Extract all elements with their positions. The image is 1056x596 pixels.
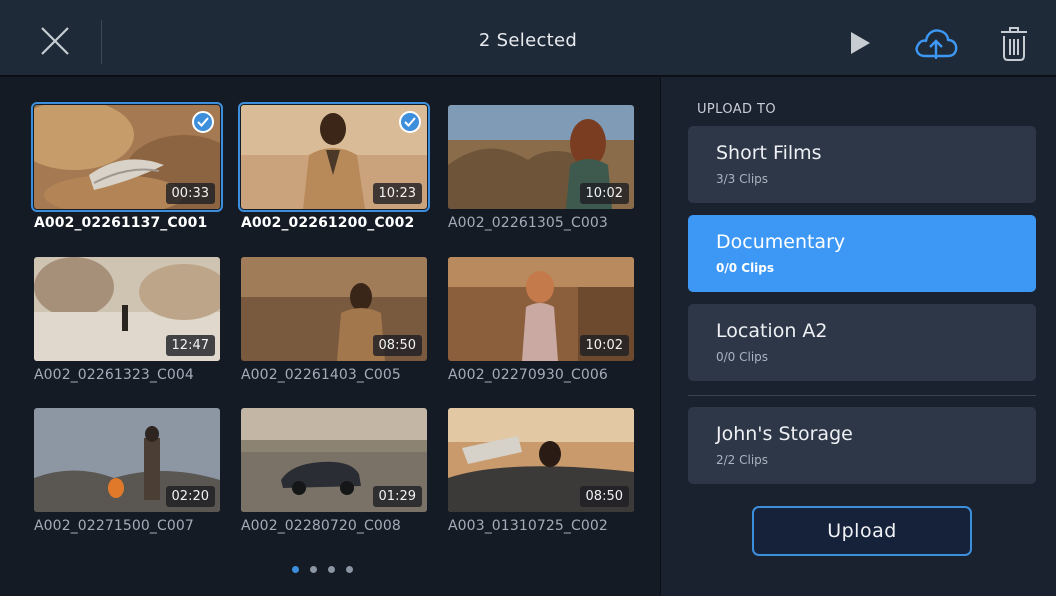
clip-duration: 10:02 bbox=[579, 335, 629, 356]
clip-thumbnail[interactable]: 08:50 bbox=[448, 408, 634, 512]
destination-clip-count: 0/0 Clips bbox=[716, 350, 769, 364]
play-icon bbox=[851, 32, 870, 54]
selected-check-badge bbox=[399, 111, 421, 133]
clip-grid-panel: 00:33 A002_02261137_C001 10:23 A002_0226… bbox=[0, 77, 660, 596]
clip-duration: 08:50 bbox=[372, 335, 422, 356]
clip-thumbnail[interactable]: 10:02 bbox=[448, 257, 634, 361]
destination-documentary[interactable]: Documentary 0/0 Clips bbox=[688, 215, 1036, 292]
clip-name: A002_02270930_C006 bbox=[448, 367, 608, 383]
clip-thumbnail[interactable]: 02:20 bbox=[34, 408, 220, 512]
clip-thumbnail[interactable]: 12:47 bbox=[34, 257, 220, 361]
clip-duration: 02:20 bbox=[165, 486, 215, 507]
clip-name: A002_02280720_C008 bbox=[241, 518, 401, 534]
clip-thumbnail[interactable]: 10:23 bbox=[238, 102, 430, 212]
destination-clip-count: 0/0 Clips bbox=[716, 261, 775, 275]
clip-tile[interactable]: 10:02 A002_02270930_C006 bbox=[448, 257, 634, 383]
clip-duration: 00:33 bbox=[165, 183, 215, 204]
destination-clip-count: 2/2 Clips bbox=[716, 453, 769, 467]
page-dot[interactable] bbox=[346, 566, 353, 573]
checkmark-icon bbox=[404, 117, 416, 127]
destination-name: Short Films bbox=[716, 142, 822, 164]
clip-tile[interactable]: 01:29 A002_02280720_C008 bbox=[241, 408, 427, 534]
destination-divider bbox=[688, 395, 1036, 396]
page-dot[interactable] bbox=[328, 566, 335, 573]
clip-thumbnail[interactable]: 08:50 bbox=[241, 257, 427, 361]
page-indicator bbox=[292, 566, 353, 573]
clip-name: A002_02261403_C005 bbox=[241, 367, 401, 383]
clip-name: A002_02261323_C004 bbox=[34, 367, 194, 383]
page-dot[interactable] bbox=[310, 566, 317, 573]
destination-location-a2[interactable]: Location A2 0/0 Clips bbox=[688, 304, 1036, 381]
checkmark-icon bbox=[197, 117, 209, 127]
clip-tile[interactable]: 08:50 A002_02261403_C005 bbox=[241, 257, 427, 383]
clip-thumbnail[interactable]: 00:33 bbox=[31, 102, 223, 212]
top-bar: 2 Selected bbox=[0, 0, 1056, 76]
clip-tile[interactable]: 02:20 A002_02271500_C007 bbox=[34, 408, 220, 534]
clip-duration: 10:23 bbox=[372, 183, 422, 204]
clip-tile[interactable]: 10:23 A002_02261200_C002 bbox=[238, 102, 430, 231]
cloud-upload-button[interactable] bbox=[913, 24, 959, 62]
cloud-upload-icon bbox=[915, 29, 958, 59]
upload-destination-panel: UPLOAD TO Short Films 3/3 Clips Document… bbox=[661, 77, 1056, 596]
clip-name: A002_02261200_C002 bbox=[241, 215, 415, 231]
clip-duration: 08:50 bbox=[579, 486, 629, 507]
clip-tile[interactable]: 12:47 A002_02261323_C004 bbox=[34, 257, 220, 383]
destination-johns-storage[interactable]: John's Storage 2/2 Clips bbox=[688, 407, 1036, 484]
destination-clip-count: 3/3 Clips bbox=[716, 172, 769, 186]
selection-count-title: 2 Selected bbox=[478, 30, 578, 51]
clip-tile[interactable]: 08:50 A003_01310725_C002 bbox=[448, 408, 634, 534]
upload-to-heading: UPLOAD TO bbox=[697, 102, 776, 117]
trash-icon bbox=[1001, 27, 1027, 61]
destination-name: Documentary bbox=[716, 231, 846, 253]
destination-name: John's Storage bbox=[716, 423, 853, 445]
clip-duration: 12:47 bbox=[165, 335, 215, 356]
destination-short-films[interactable]: Short Films 3/3 Clips bbox=[688, 126, 1036, 203]
selected-check-badge bbox=[192, 111, 214, 133]
clip-tile[interactable]: 00:33 A002_02261137_C001 bbox=[31, 102, 223, 231]
clip-tile[interactable]: 10:02 A002_02261305_C003 bbox=[448, 105, 634, 231]
delete-button[interactable] bbox=[997, 23, 1031, 63]
destination-name: Location A2 bbox=[716, 320, 828, 342]
upload-button[interactable]: Upload bbox=[752, 506, 972, 556]
clip-duration: 10:02 bbox=[579, 183, 629, 204]
clip-thumbnail[interactable]: 10:02 bbox=[448, 105, 634, 209]
page-dot[interactable] bbox=[292, 566, 299, 573]
clip-thumbnail[interactable]: 01:29 bbox=[241, 408, 427, 512]
clip-name: A002_02261137_C001 bbox=[34, 215, 208, 231]
clip-name: A002_02261305_C003 bbox=[448, 215, 608, 231]
clip-name: A003_01310725_C002 bbox=[448, 518, 608, 534]
clip-name: A002_02271500_C007 bbox=[34, 518, 194, 534]
play-button[interactable] bbox=[848, 30, 872, 56]
clip-duration: 01:29 bbox=[372, 486, 422, 507]
